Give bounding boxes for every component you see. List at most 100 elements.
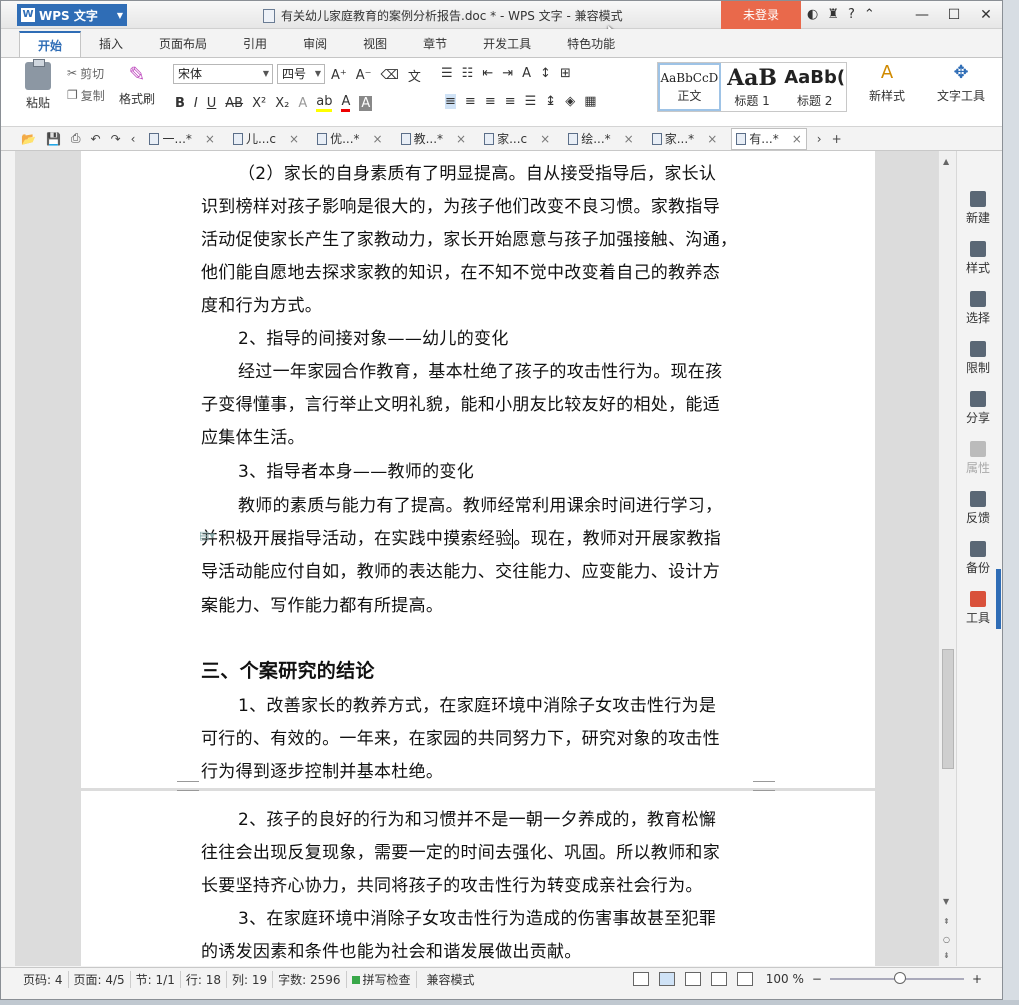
scroll-thumb[interactable] [942, 649, 954, 769]
tab-chapter[interactable]: 章节 [405, 31, 465, 57]
align-right-icon[interactable]: ≡ [485, 94, 496, 109]
font-name-select[interactable]: 宋体 ▼ [173, 64, 273, 84]
tab-home[interactable]: 开始 [19, 31, 82, 57]
tab-references[interactable]: 引用 [225, 31, 285, 57]
panel-style-button[interactable]: 样式 [957, 241, 999, 276]
bold-icon[interactable]: B [175, 96, 185, 111]
zoom-in-icon[interactable]: + [972, 972, 982, 986]
web-view-icon[interactable] [711, 972, 727, 986]
doc-tab[interactable]: 优...* × [313, 130, 387, 147]
cut-button[interactable]: ✂ 剪切 [67, 62, 105, 84]
document-page-2[interactable]: 2、孩子的良好的行为和习惯并不是一朝一夕养成的，教育松懈 往往会出现反复现象，需… [81, 791, 875, 966]
char-shading-icon[interactable]: A [359, 95, 373, 111]
italic-icon[interactable]: I [194, 96, 198, 111]
panel-new-button[interactable]: 新建 [957, 191, 999, 226]
tab-view[interactable]: 视图 [345, 31, 405, 57]
indent-icon[interactable]: ⇥ [502, 66, 513, 81]
subscript-icon[interactable]: X₂ [275, 96, 289, 111]
distributed-icon[interactable]: ☰ [525, 94, 537, 109]
paste-button[interactable]: 粘贴 [25, 59, 51, 111]
new-style-button[interactable]: A 新样式 [869, 62, 905, 104]
zoom-out-icon[interactable]: − [812, 972, 822, 986]
zoom-slider-knob[interactable] [893, 972, 906, 984]
copy-button[interactable]: ❐ 复制 [67, 84, 105, 106]
table-icon[interactable]: ⊞ [560, 66, 571, 81]
tab-page-layout[interactable]: 页面布局 [141, 31, 225, 57]
font-color-icon[interactable]: A [341, 94, 351, 112]
shirt-icon[interactable]: ♜ [827, 7, 839, 22]
text-tools-button[interactable]: ✥ 文字工具 [937, 62, 985, 104]
next-page-icon[interactable]: ⇟ [943, 951, 950, 960]
style-heading-1[interactable]: AaB 标题 1 [721, 63, 784, 111]
close-icon[interactable]: × [792, 132, 802, 146]
zoom-level[interactable]: 100 % [766, 972, 804, 986]
spell-check-toggle[interactable]: 拼写检查 [347, 971, 417, 988]
minimize-button[interactable]: — [906, 1, 938, 29]
tab-insert[interactable]: 插入 [81, 31, 141, 57]
close-icon[interactable]: × [373, 132, 383, 146]
doc-tab[interactable]: 家...c × [480, 130, 554, 147]
font-size-select[interactable]: 四号 ▼ [277, 64, 325, 84]
grow-font-icon[interactable]: A⁺ [331, 68, 347, 83]
select-browse-icon[interactable]: ○ [943, 935, 950, 944]
tab-review[interactable]: 审阅 [285, 31, 345, 57]
doc-tab[interactable]: 家...* × [648, 130, 722, 147]
border-icon[interactable]: ▦ [584, 94, 596, 109]
tab-left-icon[interactable]: ‹ [131, 132, 136, 146]
clear-format-icon[interactable]: ⌫ [381, 68, 399, 83]
doc-tab-active[interactable]: 有...* × [731, 127, 807, 150]
doc-tab[interactable]: 教...* × [397, 130, 471, 147]
close-icon[interactable]: × [205, 132, 215, 146]
panel-feedback-button[interactable]: 反馈 [957, 491, 999, 526]
scroll-down-icon[interactable]: ▼ [943, 897, 949, 906]
doc-tab[interactable]: 一...* × [145, 130, 219, 147]
shading-icon[interactable]: ◈ [565, 94, 575, 109]
status-pages[interactable]: 页面: 4/5 [69, 971, 131, 988]
outline-view-icon[interactable] [685, 972, 701, 986]
paragraph-menu-icon[interactable]: ▤▾ [199, 529, 215, 542]
redo-icon[interactable]: ↷ [111, 132, 121, 146]
underline-icon[interactable]: U [207, 96, 217, 111]
close-icon[interactable]: × [707, 132, 717, 146]
align-center-icon[interactable]: ≡ [465, 94, 476, 109]
new-tab-icon[interactable]: + [832, 132, 842, 146]
status-words[interactable]: 字数: 2596 [273, 971, 347, 988]
tab-features[interactable]: 特色功能 [549, 31, 633, 57]
collapse-ribbon-icon[interactable]: ⌃ [864, 7, 875, 22]
undo-icon[interactable]: ↶ [91, 132, 101, 146]
vertical-scrollbar[interactable]: ▲ ▼ ⇞ ○ ⇟ [938, 151, 956, 966]
phonetic-icon[interactable]: 文 [408, 66, 421, 85]
print-icon[interactable]: ⎙ [71, 131, 81, 146]
format-painter-button[interactable]: ✎ 格式刷 [119, 62, 155, 107]
char-scale-icon[interactable]: A [522, 66, 531, 81]
superscript-icon[interactable]: X² [252, 96, 266, 111]
bullets-icon[interactable]: ☰ [441, 66, 453, 81]
login-button[interactable]: 未登录 [721, 1, 801, 29]
page-view-icon[interactable] [659, 972, 675, 986]
panel-backup-button[interactable]: 备份 [957, 541, 999, 576]
highlight-icon[interactable]: ab [316, 94, 333, 112]
panel-share-button[interactable]: 分享 [957, 391, 999, 426]
align-left-icon[interactable]: ≡ [445, 94, 456, 109]
tab-right-icon[interactable]: › [817, 132, 822, 146]
close-icon[interactable]: × [624, 132, 634, 146]
strikethrough-icon[interactable]: AB [225, 96, 243, 111]
close-icon[interactable]: × [289, 132, 299, 146]
text-effect-icon[interactable]: A [298, 96, 307, 111]
app-menu-button[interactable]: W WPS 文字 ▼ [17, 4, 127, 26]
document-workspace[interactable]: （2）家长的自身素质有了明显提高。自从接受指导后，家长认 识到榜样对孩子影响是很… [15, 151, 956, 966]
fullscreen-view-icon[interactable] [633, 972, 649, 986]
reading-view-icon[interactable] [737, 972, 753, 986]
sort-icon[interactable]: ↕ [540, 66, 551, 81]
save-icon[interactable]: 💾 [46, 132, 61, 146]
zoom-slider[interactable] [829, 972, 964, 984]
maximize-button[interactable]: ☐ [938, 1, 970, 29]
style-normal[interactable]: AaBbCcD 正文 [658, 63, 721, 111]
skin-icon[interactable]: ◐ [807, 7, 818, 22]
shrink-font-icon[interactable]: A⁻ [356, 68, 372, 83]
help-icon[interactable]: ? [848, 7, 855, 22]
tab-developer[interactable]: 开发工具 [465, 31, 549, 57]
close-icon[interactable]: × [456, 132, 466, 146]
prev-page-icon[interactable]: ⇞ [943, 917, 950, 926]
justify-icon[interactable]: ≡ [505, 94, 516, 109]
